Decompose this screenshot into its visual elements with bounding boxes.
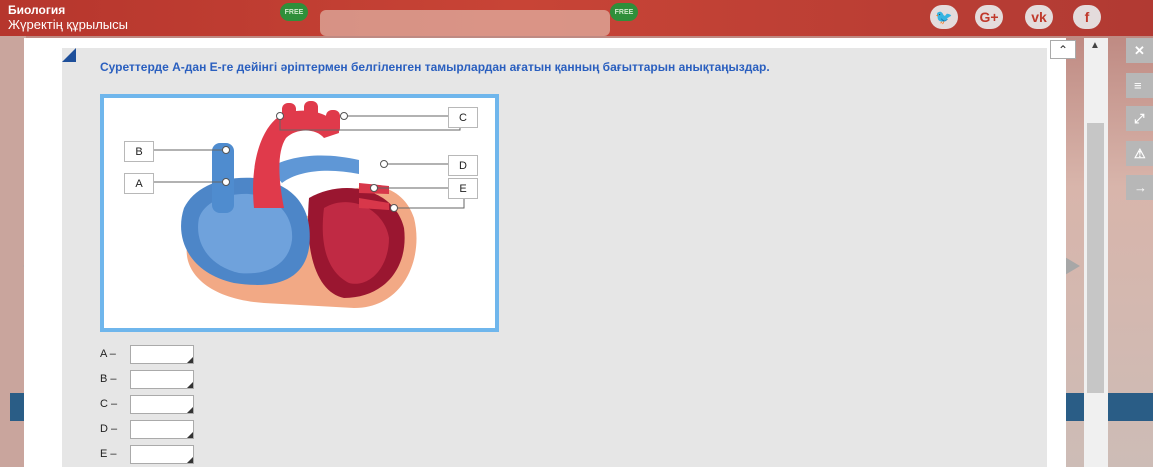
figure-label-a: A (124, 173, 154, 194)
corner-mark-icon (62, 48, 76, 62)
figure-label-d: D (448, 155, 478, 176)
top-bar: Биология Жүректің құрылысы FREE FREE 🐦 G… (0, 0, 1153, 36)
task-content: Суреттерде А-дан Е-ге дейінгі әріптермен… (62, 48, 1047, 467)
answer-row: D – (100, 419, 194, 439)
answer-label-e: E – (100, 448, 117, 460)
facebook-icon[interactable]: f (1073, 5, 1101, 29)
vk-icon[interactable]: vk (1025, 5, 1053, 29)
subject-title: Биология (8, 3, 66, 17)
scroll-up-arrow-icon[interactable]: ▲ (1090, 40, 1100, 51)
heart-figure: B A C D E (100, 94, 499, 332)
answer-input-c[interactable] (130, 394, 194, 414)
free-badge: FREE (280, 3, 308, 21)
topic-title: Жүректің құрылысы (8, 17, 128, 32)
google-plus-icon[interactable]: G+ (975, 5, 1003, 29)
heart-diagram (154, 101, 465, 308)
expand-button[interactable]: ⤢ (1126, 106, 1153, 131)
answer-label-d: D – (100, 423, 118, 435)
answer-label-c: C – (100, 398, 118, 410)
background-thumbnail (320, 10, 610, 36)
answer-input-b[interactable] (130, 369, 194, 389)
answer-label-a: A – (100, 348, 116, 360)
figure-label-b: B (124, 141, 154, 162)
answer-row: C – (100, 394, 194, 414)
answer-label-b: B – (100, 373, 117, 385)
answer-input-d[interactable] (130, 419, 194, 439)
scrollbar[interactable]: ▲ (1084, 38, 1108, 467)
scroll-thumb[interactable] (1087, 123, 1104, 393)
task-modal: Суреттерде А-дан Е-ге дейінгі әріптермен… (24, 38, 1066, 467)
report-button[interactable]: ⚠ (1126, 141, 1153, 166)
menu-button[interactable]: ≡ (1126, 73, 1153, 98)
next-button[interactable]: → (1126, 175, 1153, 200)
answer-input-e[interactable] (130, 444, 194, 464)
answer-row: B – (100, 369, 194, 389)
answer-input-a[interactable] (130, 344, 194, 364)
answer-row: E – (100, 444, 194, 464)
figure-label-c: C (448, 107, 478, 128)
figure-label-e: E (448, 178, 478, 199)
twitter-icon[interactable]: 🐦 (930, 5, 958, 29)
close-button[interactable]: ✕ (1126, 38, 1153, 63)
free-badge: FREE (610, 3, 638, 21)
scroll-to-top-button[interactable]: ⌃ (1050, 40, 1076, 59)
question-text: Суреттерде А-дан Е-ге дейінгі әріптермен… (100, 60, 770, 74)
answer-row: A – (100, 344, 194, 364)
